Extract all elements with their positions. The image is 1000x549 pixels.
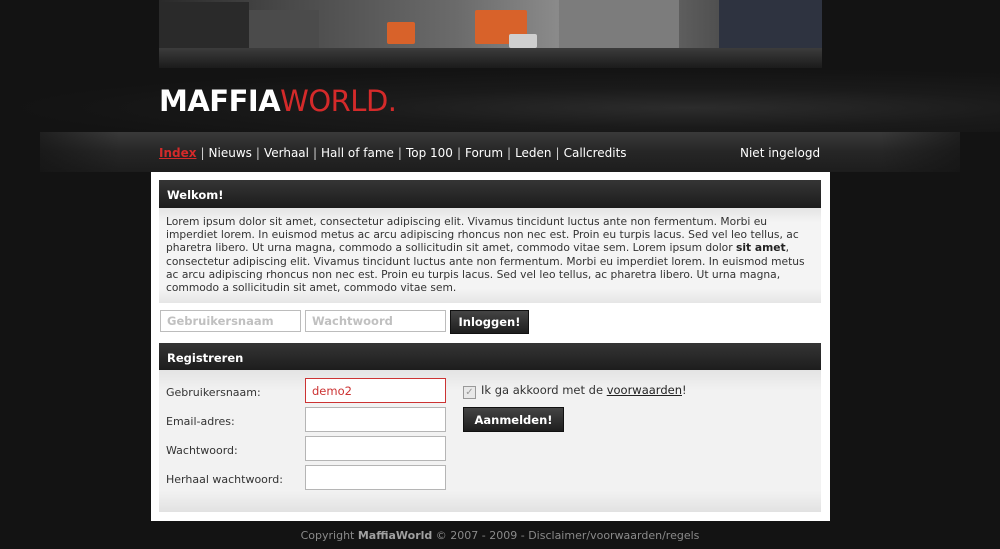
nav-item-index[interactable]: Index (159, 146, 196, 160)
login-password-input[interactable] (305, 310, 446, 332)
register-password-input[interactable] (305, 436, 446, 461)
nav-separator: | (555, 146, 560, 160)
logo-area (0, 68, 1000, 132)
nav-separator: | (312, 146, 318, 160)
main-nav: Index | Nieuws | Verhaal | Hall of fame | Top 10… (159, 146, 627, 160)
terms-link[interactable]: voorwaarden (607, 383, 682, 397)
register-title: Registreren (167, 351, 244, 365)
register-username-label: Gebruikersnaam: (166, 386, 261, 399)
footer-brand: MaffiaWorld (357, 529, 433, 542)
welcome-text: Lorem ipsum dolor sit amet, consectetur … (166, 215, 805, 295)
nav-item-forum[interactable]: Forum (465, 146, 503, 160)
header-banner-image (159, 0, 822, 68)
footer-copyright: Copyright MaffiaWorld © 2007 - 2009 - Di… (300, 529, 700, 542)
login-status: Niet ingelogd (740, 146, 821, 160)
register-repeat-password-label: Herhaal wachtwoord: (166, 473, 283, 486)
register-email-input[interactable] (305, 407, 446, 432)
register-header: Registreren (159, 343, 821, 371)
terms-checkbox[interactable]: ✓ (463, 386, 476, 399)
nav-separator: | (507, 146, 512, 160)
nav-item-nieuws[interactable]: Nieuws (209, 146, 252, 160)
nav-item-callcredits[interactable]: Callcredits (564, 146, 627, 160)
welcome-title: Welkom! (167, 188, 224, 202)
register-submit-button[interactable]: Aanmelden! (463, 407, 564, 432)
register-username-input[interactable] (305, 378, 446, 403)
welcome-bold-text: sit amet (736, 241, 786, 255)
welcome-panel: Lorem ipsum dolor sit amet, consectetur … (159, 208, 821, 303)
nav-item-leden[interactable]: Leden (515, 146, 551, 160)
site-logo[interactable]: MAFFIAWORLD. (159, 85, 397, 117)
nav-separator: | (397, 146, 402, 160)
nav-separator: | (255, 146, 260, 160)
register-password-label: Wachtwoord: (166, 444, 238, 457)
nav-separator: | (456, 146, 461, 160)
nav-item-hall-of-fame[interactable]: Hall of fame (321, 146, 394, 160)
register-email-label: Email-adres: (166, 415, 235, 428)
terms-agreement: ✓ Ik ga akkoord met de voorwaarden! (463, 383, 687, 399)
nav-separator: | (200, 146, 205, 160)
nav-item-top-100[interactable]: Top 100 (406, 146, 453, 160)
nav-item-verhaal[interactable]: Verhaal (264, 146, 309, 160)
register-repeat-password-input[interactable] (305, 465, 446, 490)
login-username-input[interactable] (160, 310, 301, 332)
login-button[interactable]: Inloggen! (450, 310, 529, 334)
welcome-header: Welkom! (159, 180, 821, 208)
